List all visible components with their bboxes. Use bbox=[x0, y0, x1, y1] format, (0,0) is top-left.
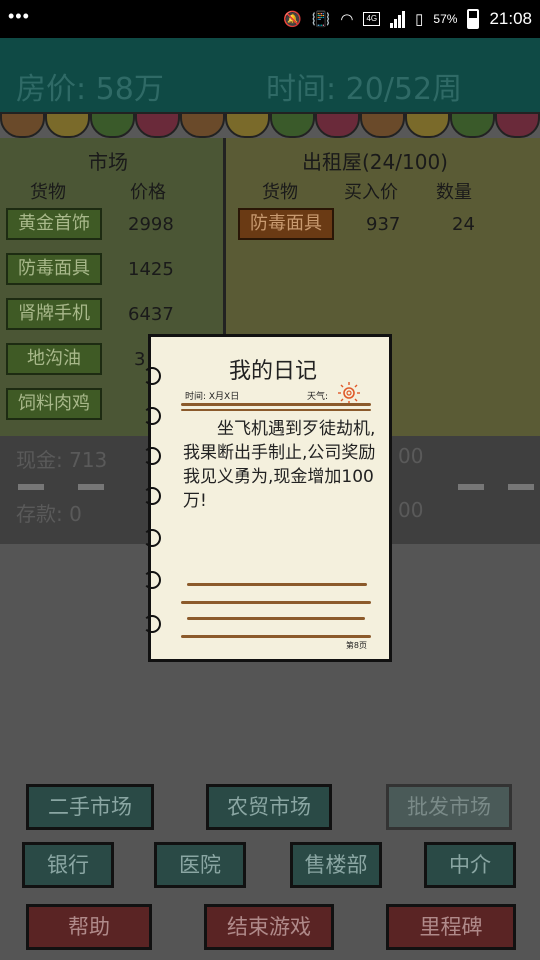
vibrate-icon: 📳 bbox=[311, 11, 331, 28]
awning-scallop bbox=[0, 112, 45, 138]
spiral-ring bbox=[143, 447, 161, 465]
diary-page-number: 第8页 bbox=[345, 641, 367, 650]
top-info-bar: 房价: 58万 时间: 20/52周 bbox=[0, 38, 540, 116]
diary-rule bbox=[181, 635, 371, 638]
spiral-ring bbox=[143, 487, 161, 505]
status-bar: ••• 🔕 📳 ◠ 4G ▯ 57% 21:08 bbox=[0, 0, 540, 38]
battery-percent: 57% bbox=[433, 12, 458, 26]
rental-item-qty: 24 bbox=[452, 214, 475, 235]
market-col-goods: 货物 bbox=[30, 182, 66, 203]
network-type: 4G bbox=[363, 12, 381, 26]
diary-rule bbox=[187, 583, 367, 586]
awning-scallop bbox=[180, 112, 225, 138]
market-item-price: 3 bbox=[134, 349, 146, 370]
market-item-button[interactable]: 饲料肉鸡 bbox=[6, 388, 102, 420]
signal-icon bbox=[390, 10, 406, 28]
week-counter: 时间: 20/52周 bbox=[266, 72, 463, 107]
market-item-price: 6437 bbox=[128, 304, 174, 325]
sales-office-button[interactable]: 售楼部 bbox=[290, 842, 382, 888]
awning-scallop bbox=[315, 112, 360, 138]
sun-icon bbox=[338, 382, 360, 404]
diary-date: 时间: X月X日 bbox=[185, 392, 240, 402]
market-item-price: 2998 bbox=[128, 214, 174, 235]
farm-market-button[interactable]: 农贸市场 bbox=[206, 784, 332, 830]
rental-col-goods: 货物 bbox=[262, 182, 298, 203]
awning-scallop bbox=[450, 112, 495, 138]
road-dash bbox=[458, 484, 484, 490]
diary-entry-text: 坐飞机遇到歹徒劫机,我果断出手制止,公司奖励我见义勇为,现金增加100万! bbox=[183, 419, 376, 511]
bank-button[interactable]: 银行 bbox=[22, 842, 114, 888]
awning-scallop bbox=[495, 112, 540, 138]
spiral-ring bbox=[143, 571, 161, 589]
spiral-ring bbox=[143, 615, 161, 633]
diary-rule bbox=[181, 409, 371, 411]
awning-scallop bbox=[405, 112, 450, 138]
clock: 21:08 bbox=[489, 9, 532, 28]
market-item-button[interactable]: 黄金首饰 bbox=[6, 208, 102, 240]
diary-rule bbox=[181, 601, 371, 604]
rental-col-qty: 数量 bbox=[436, 182, 472, 203]
rental-title: 出租屋(24/100) bbox=[302, 150, 448, 174]
end-game-button[interactable]: 结束游戏 bbox=[204, 904, 334, 950]
wholesale-market-button[interactable]: 批发市场 bbox=[386, 784, 512, 830]
awning-scallop bbox=[45, 112, 90, 138]
deposit-amount: 存款: 0 bbox=[16, 502, 82, 526]
house-price: 房价: 58万 bbox=[16, 72, 164, 107]
rental-col-buy: 买入价 bbox=[344, 182, 398, 203]
awning-scallop bbox=[360, 112, 405, 138]
milestone-button[interactable]: 里程碑 bbox=[386, 904, 516, 950]
help-button[interactable]: 帮助 bbox=[26, 904, 152, 950]
finance-right-top: 00 bbox=[398, 444, 424, 468]
hospital-button[interactable]: 医院 bbox=[154, 842, 246, 888]
rental-item-button[interactable]: 防毒面具 bbox=[238, 208, 334, 240]
awning-scallop bbox=[135, 112, 180, 138]
mute-icon: 🔕 bbox=[283, 11, 302, 28]
awning-scallop bbox=[225, 112, 270, 138]
finance-right-bottom: 00 bbox=[398, 498, 424, 522]
market-item-price: 1425 bbox=[128, 259, 174, 280]
spiral-ring bbox=[143, 529, 161, 547]
diary-rule bbox=[181, 403, 371, 406]
wifi-icon: ◠ bbox=[340, 11, 354, 28]
market-item-button[interactable]: 地沟油 bbox=[6, 343, 102, 375]
market-item-button[interactable]: 防毒面具 bbox=[6, 253, 102, 285]
road-dash bbox=[78, 484, 104, 490]
road-dash bbox=[508, 484, 534, 490]
battery-icon bbox=[467, 9, 480, 29]
rental-item-buy-price: 937 bbox=[366, 214, 401, 235]
road-dash bbox=[18, 484, 44, 490]
cash-amount: 现金: 713 bbox=[16, 448, 108, 472]
spiral-ring bbox=[143, 407, 161, 425]
market-title: 市场 bbox=[88, 150, 128, 174]
market-item-button[interactable]: 肾牌手机 bbox=[6, 298, 102, 330]
awning-scallop bbox=[270, 112, 315, 138]
overflow-menu-icon: ••• bbox=[8, 6, 30, 26]
diary-rule bbox=[187, 617, 365, 620]
market-col-price: 价格 bbox=[130, 182, 166, 203]
second-hand-market-button[interactable]: 二手市场 bbox=[26, 784, 154, 830]
awning-scallop bbox=[90, 112, 135, 138]
diary-weather-label: 天气: bbox=[307, 392, 329, 402]
sim-icon: ▯ bbox=[415, 11, 424, 28]
diary-dialog[interactable]: 我的日记 时间: X月X日 天气: 坐飞机遇到歹徒劫机,我果断出手制止,公司奖励… bbox=[143, 334, 392, 662]
agent-button[interactable]: 中介 bbox=[424, 842, 516, 888]
